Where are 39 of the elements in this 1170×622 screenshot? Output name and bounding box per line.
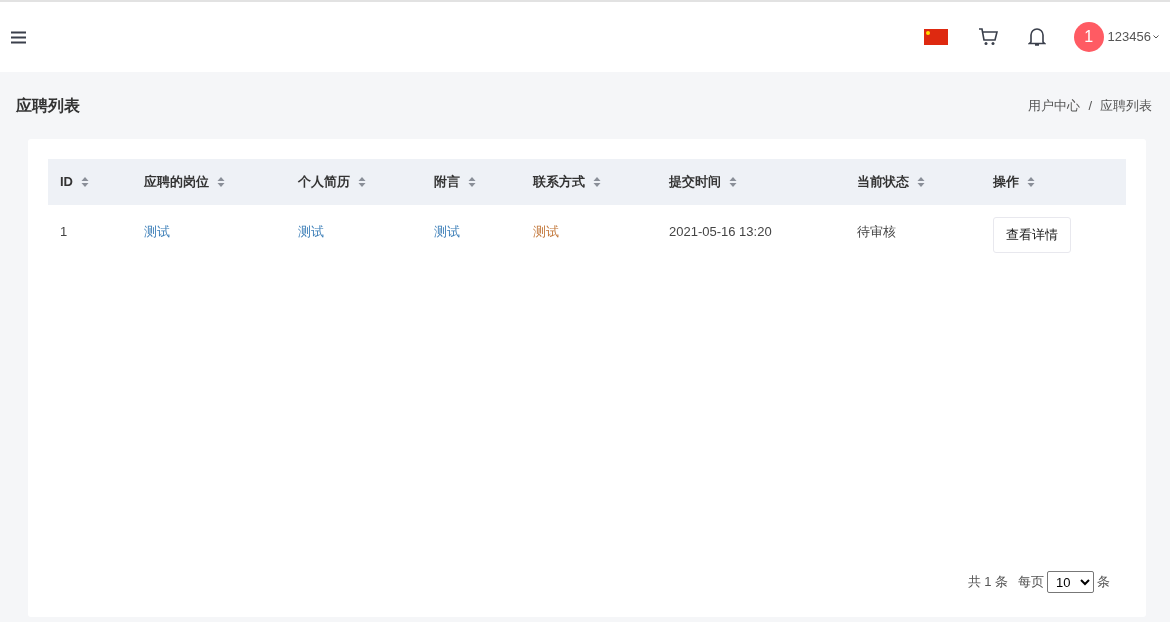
page-size-select[interactable]: 10 [1047,571,1094,593]
sort-icon[interactable] [917,176,925,188]
breadcrumb-item: 应聘列表 [1100,96,1152,115]
user-menu[interactable]: 123456 [1107,27,1159,47]
total-count: 共 1 条 [967,573,1008,592]
table-cell: 待审核 [857,224,896,239]
sort-icon[interactable] [358,176,366,188]
sort-icon[interactable] [593,176,601,188]
caret-icon [1153,35,1159,39]
column-header: 操作 [993,173,1019,192]
column-header: 应聘的岗位 [144,173,209,192]
view-details-button[interactable]: 查看详情 [993,217,1071,253]
sort-icon[interactable] [81,176,89,188]
sort-icon[interactable] [1027,176,1035,188]
column-header: 附言 [434,173,460,192]
table-cell: 1 [60,224,68,239]
bell-icon[interactable] [1027,27,1046,47]
table-link[interactable]: 测试 [533,224,559,239]
notification-badge[interactable]: 1 [1073,22,1104,52]
sort-icon[interactable] [468,176,476,188]
cart-icon[interactable] [977,28,998,46]
per-page-label: 每页 [1018,573,1044,592]
table-cell: 2021-05-16 13:20 [669,224,772,239]
flag-icon[interactable] [923,29,948,45]
table-link[interactable]: 测试 [298,224,324,239]
column-header: 联系方式 [533,173,585,192]
table-link[interactable]: 测试 [434,224,460,239]
table-link[interactable]: 测试 [144,224,170,239]
breadcrumb-separator: / [1088,96,1092,115]
page-title: 应聘列表 [16,95,80,116]
breadcrumb-item[interactable]: 用户中心 [1028,95,1081,116]
column-header: 当前状态 [857,173,909,192]
sort-icon[interactable] [729,176,737,188]
per-page-unit: 条 [1097,573,1110,592]
column-header: 个人简历 [298,173,350,192]
column-header: ID [60,173,73,192]
menu-icon[interactable] [11,30,26,44]
column-header: 提交时间 [669,173,721,192]
sort-icon[interactable] [217,176,225,188]
